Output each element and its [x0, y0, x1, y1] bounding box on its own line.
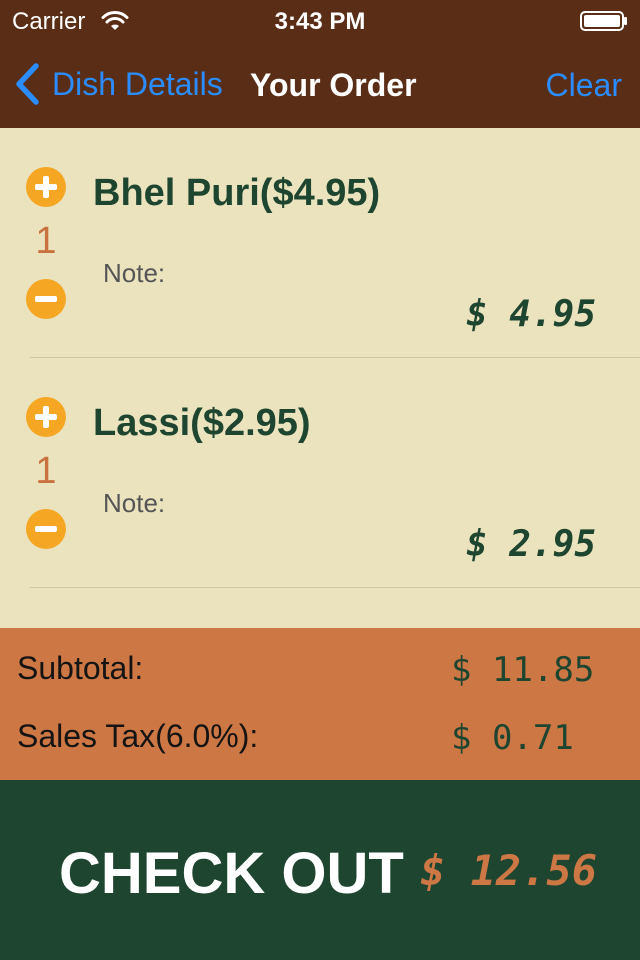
quantity-value: 1	[35, 220, 57, 262]
status-time: 3:43 PM	[274, 8, 366, 35]
item-name: Lassi($2.95)	[93, 402, 311, 444]
status-bar: Carrier 3:43 PM	[0, 0, 640, 40]
back-label: Dish Details	[52, 65, 223, 102]
sales-tax-label: Sales Tax(6.0%):	[17, 718, 259, 754]
order-item: 1 Bhel Puri($4.95) Note: $ 4.95	[0, 128, 640, 358]
checkout-label: CHECK OUT	[59, 841, 404, 906]
clear-button[interactable]: Clear	[546, 67, 622, 104]
order-list[interactable]: 1 Bhel Puri($4.95) Note: $ 4.95 1 Lassi(…	[0, 128, 640, 628]
note-label[interactable]: Note:	[103, 258, 165, 289]
decrease-quantity-button[interactable]	[26, 509, 66, 549]
header: Carrier 3:43 PM Dish Details Your Order …	[0, 0, 640, 128]
increase-quantity-button[interactable]	[26, 397, 66, 437]
decrease-quantity-button[interactable]	[26, 279, 66, 319]
subtotal-value: $ 11.85	[451, 650, 595, 690]
back-button[interactable]: Dish Details	[14, 60, 223, 108]
checkout-button[interactable]: CHECK OUT $ 12.56	[0, 780, 640, 960]
sales-tax-value: $ 0.71	[451, 718, 574, 758]
item-price: $ 2.95	[465, 524, 596, 565]
chevron-left-icon	[16, 63, 39, 105]
battery-icon	[580, 11, 627, 31]
totals-panel: Subtotal: $ 11.85 Sales Tax(6.0%): $ 0.7…	[0, 628, 640, 780]
nav-bar: Dish Details Your Order Clear	[0, 40, 640, 128]
item-price: $ 4.95	[465, 294, 596, 335]
divider	[30, 587, 640, 588]
subtotal-label: Subtotal:	[17, 650, 144, 686]
quantity-value: 1	[35, 450, 57, 492]
increase-quantity-button[interactable]	[26, 167, 66, 207]
order-item: 1 Lassi($2.95) Note: $ 2.95	[0, 358, 640, 588]
checkout-total: $ 12.56	[420, 846, 598, 895]
page-title: Your Order	[250, 67, 417, 103]
note-label[interactable]: Note:	[103, 488, 165, 519]
item-name: Bhel Puri($4.95)	[93, 172, 381, 214]
